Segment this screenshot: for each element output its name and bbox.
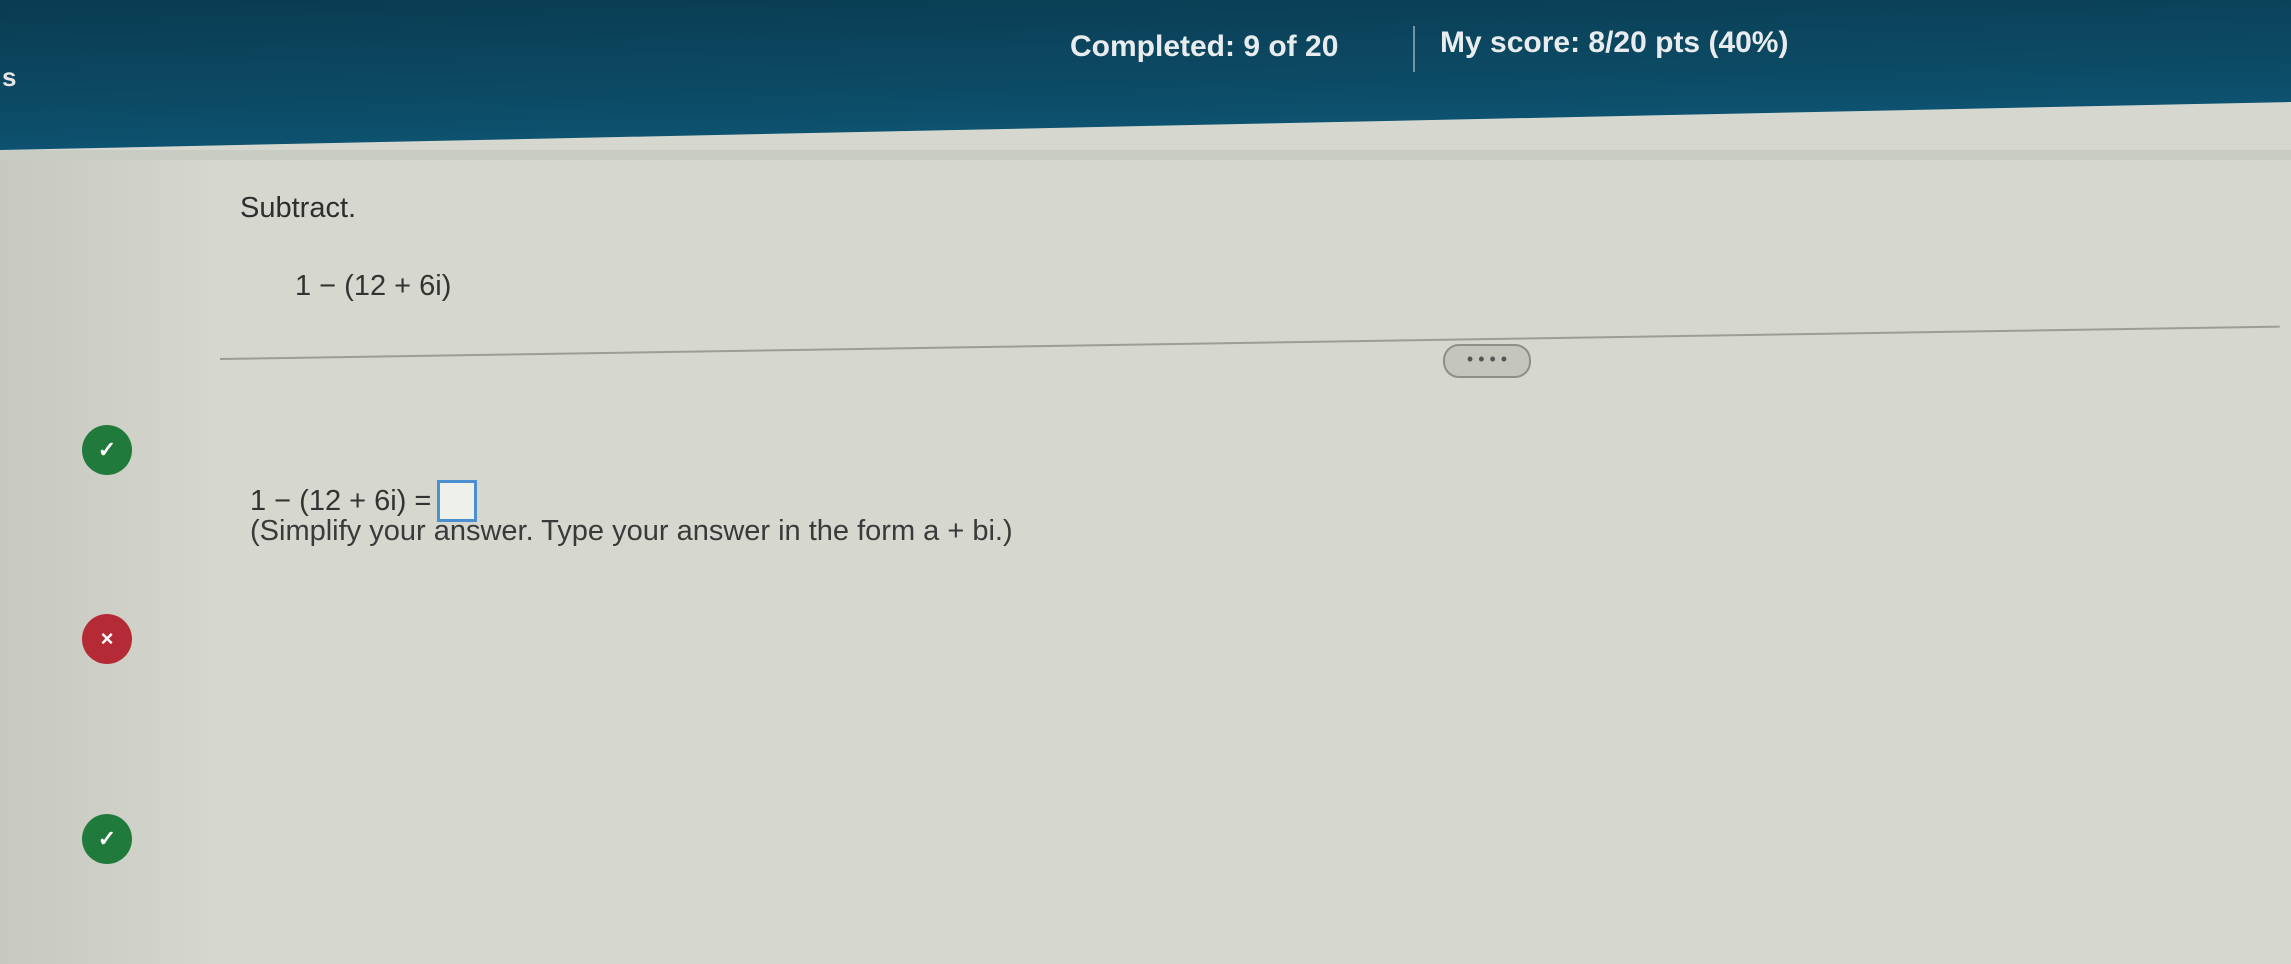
header-bar: [0, 0, 2291, 150]
header-corner-text: s: [2, 62, 17, 92]
question-divider: [220, 325, 2280, 360]
my-score: My score: 8/20 pts (40%): [1440, 26, 1789, 59]
completed-progress: Completed: 9 of 20: [1070, 30, 1339, 63]
header-divider: [0, 150, 2291, 160]
check-icon[interactable]: ✓: [82, 814, 132, 864]
check-icon[interactable]: ✓: [82, 425, 132, 475]
x-icon[interactable]: ×: [82, 614, 132, 664]
question-expression: 1 − (12 + 6i): [295, 270, 452, 302]
expand-more-button[interactable]: • • • •: [1443, 344, 1531, 378]
answer-hint: (Simplify your answer. Type your answer …: [250, 515, 1013, 547]
header-separator: [1413, 26, 1415, 72]
question-instruction: Subtract.: [240, 192, 357, 224]
equation-prefix: 1 − (12 + 6i) =: [250, 484, 432, 517]
